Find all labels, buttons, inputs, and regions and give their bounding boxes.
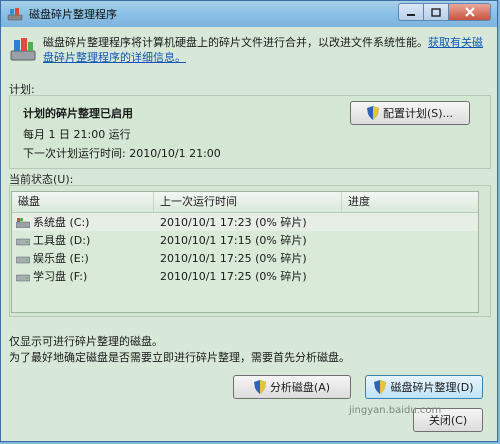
disk-cell: 学习盘 (F:) <box>12 268 154 284</box>
window-content: 磁盘碎片整理程序将计算机硬盘上的碎片文件进行合并，以改进文件系统性能。获取有关磁… <box>9 31 491 435</box>
schedule-frequency: 每月 1 日 21:00 运行 <box>23 128 131 141</box>
disk-name: 系统盘 (C:) <box>33 216 90 229</box>
maximize-button[interactable] <box>424 3 449 21</box>
last-run-cell: 2010/10/1 17:15 (0% 碎片) <box>160 234 307 247</box>
last-run-cell: 2010/10/1 17:25 (0% 碎片) <box>160 252 307 265</box>
last-run-cell: 2010/10/1 17:25 (0% 碎片) <box>160 270 307 283</box>
disk-cell: 系统盘 (C:) <box>12 214 154 230</box>
intro-description: 磁盘碎片整理程序将计算机硬盘上的碎片文件进行合并，以改进文件系统性能。 <box>43 36 428 49</box>
disk-cell: 工具盘 (D:) <box>12 232 154 248</box>
column-header-disk[interactable]: 磁盘 <box>12 192 154 212</box>
shield-icon <box>253 380 266 394</box>
table-header: 磁盘 上一次运行时间 进度 <box>12 192 478 213</box>
note-line-1: 仅显示可进行碎片整理的磁盘。 <box>9 335 163 348</box>
disk-name: 娱乐盘 (E:) <box>33 252 89 265</box>
schedule-next-run: 下一次计划运行时间: 2010/10/1 21:00 <box>23 147 221 160</box>
drive-icon <box>15 274 31 282</box>
defrag-large-icon <box>10 38 36 61</box>
table-row[interactable]: 学习盘 (F:) 2010/10/1 17:25 (0% 碎片) <box>12 267 478 285</box>
defrag-app-icon <box>7 8 23 21</box>
intro: 磁盘碎片整理程序将计算机硬盘上的碎片文件进行合并，以改进文件系统性能。获取有关磁… <box>9 35 489 65</box>
table-row[interactable]: 系统盘 (C:) 2010/10/1 17:23 (0% 碎片) <box>12 213 478 231</box>
close-icon <box>464 7 475 17</box>
title-bar: 磁盘碎片整理程序 <box>1 1 497 27</box>
defragment-disk-button[interactable]: 磁盘碎片整理(D) <box>365 375 483 399</box>
watermark: jingyan.baidu.com <box>349 405 442 416</box>
analyze-disk-label: 分析磁盘(A) <box>269 381 331 394</box>
column-header-progress[interactable]: 进度 <box>342 192 478 212</box>
table-row[interactable]: 工具盘 (D:) 2010/10/1 17:15 (0% 碎片) <box>12 231 478 249</box>
schedule-status: 计划的碎片整理已启用 <box>23 107 133 120</box>
last-run-cell: 2010/10/1 17:23 (0% 碎片) <box>160 216 307 229</box>
configure-schedule-button[interactable]: 配置计划(S)... <box>350 101 470 125</box>
drive-icon <box>15 238 31 246</box>
system-drive-icon <box>15 218 31 229</box>
intro-text: 磁盘碎片整理程序将计算机硬盘上的碎片文件进行合并，以改进文件系统性能。获取有关磁… <box>43 35 489 65</box>
minimize-icon <box>407 14 415 16</box>
disk-name: 工具盘 (D:) <box>33 234 91 247</box>
window-controls <box>398 3 491 21</box>
shield-icon <box>374 380 387 394</box>
minimize-button[interactable] <box>398 3 424 21</box>
table-row[interactable]: 娱乐盘 (E:) 2010/10/1 17:25 (0% 碎片) <box>12 249 478 267</box>
drive-icon <box>15 256 31 264</box>
disk-name: 学习盘 (F:) <box>33 270 88 283</box>
defrag-window: 磁盘碎片整理程序 磁盘碎片整理程序将计算机硬盘上的碎片文件进行合并，以改进文件系… <box>0 0 498 442</box>
configure-schedule-label: 配置计划(S)... <box>382 107 454 120</box>
shield-icon <box>366 106 379 120</box>
defragment-disk-label: 磁盘碎片整理(D) <box>390 381 474 394</box>
maximize-icon <box>431 7 441 17</box>
column-header-last-run[interactable]: 上一次运行时间 <box>154 192 342 212</box>
close-window-button[interactable] <box>449 3 491 21</box>
disk-table: 磁盘 上一次运行时间 进度 系统盘 (C:) 2010/10/1 17:23 (… <box>11 191 479 313</box>
window-title: 磁盘碎片整理程序 <box>29 8 117 21</box>
note-line-2: 为了最好地确定磁盘是否需要立即进行碎片整理，需要首先分析磁盘。 <box>9 351 350 364</box>
disk-cell: 娱乐盘 (E:) <box>12 250 154 266</box>
analyze-disk-button[interactable]: 分析磁盘(A) <box>233 375 351 399</box>
